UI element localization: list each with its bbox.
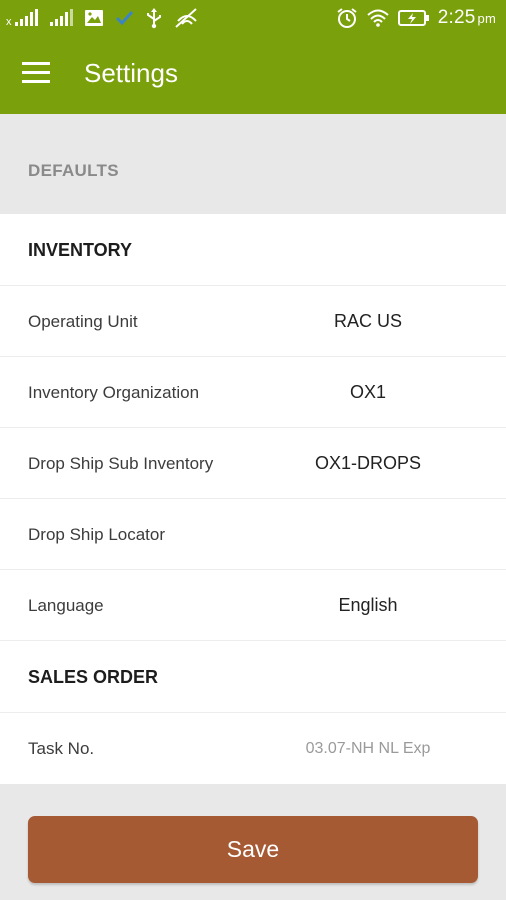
status-bar: x 2:25 pm xyxy=(0,0,506,36)
operating-unit-value[interactable]: RAC US xyxy=(258,311,478,332)
alarm-icon xyxy=(336,7,358,29)
setting-operating-unit[interactable]: Operating Unit RAC US xyxy=(0,286,506,357)
group-sales-order: SALES ORDER xyxy=(0,641,506,713)
clock: 2:25 pm xyxy=(438,7,496,29)
drop-ship-locator-label: Drop Ship Locator xyxy=(28,525,166,544)
svg-text:x: x xyxy=(6,16,12,28)
image-icon xyxy=(84,8,104,28)
task-no-label: Task No. xyxy=(28,739,95,758)
setting-language[interactable]: Language English xyxy=(0,570,506,641)
no-signal-icon xyxy=(174,7,200,29)
group-title-sales-order: SALES ORDER xyxy=(28,667,159,687)
signal-x-icon: x xyxy=(6,8,40,28)
setting-drop-ship-locator[interactable]: Drop Ship Locator xyxy=(0,499,506,570)
usb-icon xyxy=(144,7,164,29)
page-title: Settings xyxy=(84,58,178,88)
group-title-inventory: INVENTORY xyxy=(28,240,133,260)
status-system: 2:25 pm xyxy=(336,6,496,30)
hamburger-menu-icon[interactable] xyxy=(22,60,58,90)
language-label: Language xyxy=(28,596,104,615)
footer: Save xyxy=(0,786,506,900)
drop-ship-sub-inventory-value[interactable]: OX1-DROPS xyxy=(258,453,478,474)
language-value[interactable]: English xyxy=(258,595,478,616)
section-label: DEFAULTS xyxy=(28,161,119,180)
inventory-organization-value[interactable]: OX1 xyxy=(258,382,478,403)
signal-icon xyxy=(50,8,74,28)
check-icon xyxy=(114,8,134,28)
operating-unit-label: Operating Unit xyxy=(28,312,138,331)
setting-inventory-organization[interactable]: Inventory Organization OX1 xyxy=(0,357,506,428)
clock-ampm: pm xyxy=(477,11,496,26)
battery-charging-icon xyxy=(397,8,430,28)
save-button[interactable]: Save xyxy=(28,816,478,883)
settings-list: INVENTORY Operating Unit RAC US Inventor… xyxy=(0,214,506,784)
defaults-section-header: DEFAULTS xyxy=(0,114,506,214)
drop-ship-sub-inventory-label: Drop Ship Sub Inventory xyxy=(28,454,214,473)
task-no-value[interactable]: 03.07-NH NL Exp xyxy=(258,740,478,758)
inventory-organization-label: Inventory Organization xyxy=(28,383,200,402)
group-inventory: INVENTORY xyxy=(0,214,506,286)
clock-time: 2:25 xyxy=(437,7,476,28)
setting-task-no[interactable]: Task No. 03.07-NH NL Exp xyxy=(0,713,506,784)
app-bar: Settings xyxy=(0,36,506,114)
wifi-icon xyxy=(366,8,390,28)
setting-drop-ship-sub-inventory[interactable]: Drop Ship Sub Inventory OX1-DROPS xyxy=(0,428,506,499)
status-notifications: x xyxy=(6,6,200,30)
